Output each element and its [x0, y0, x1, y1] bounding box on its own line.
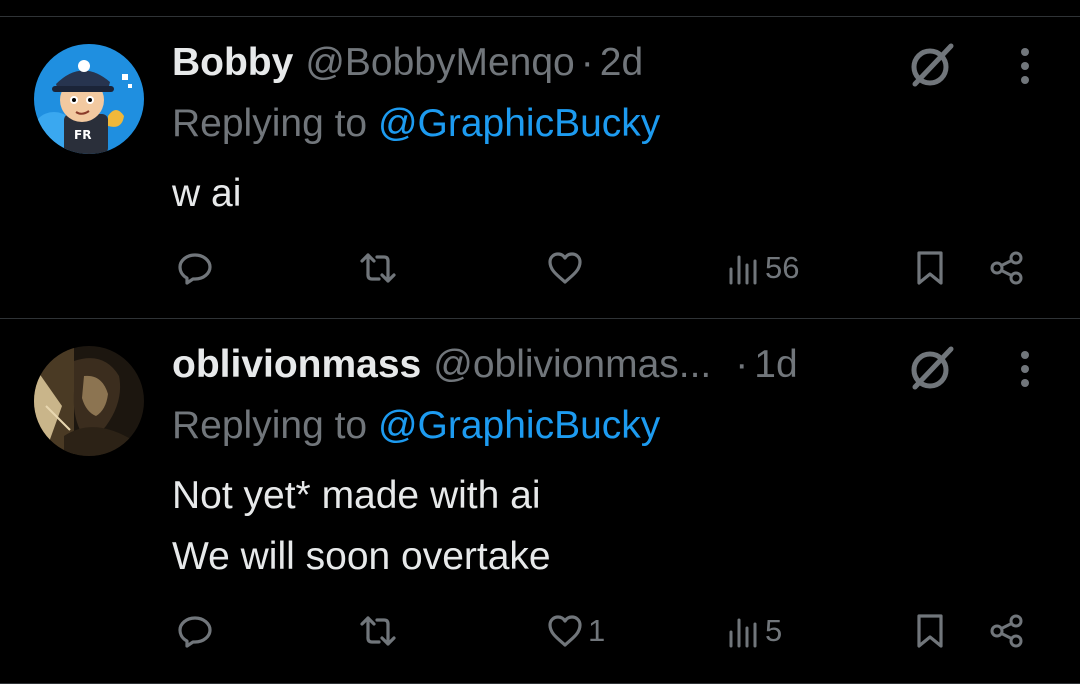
- mention-link[interactable]: @GraphicBucky: [378, 102, 660, 145]
- views-button[interactable]: 56: [725, 238, 799, 298]
- display-name[interactable]: oblivionmass: [172, 343, 421, 387]
- tweet-header: oblivionmass @oblivionmas... · 1d: [172, 340, 798, 390]
- separator-dot: ·: [735, 343, 749, 386]
- replying-to-label: Replying to: [172, 102, 378, 145]
- views-count: 56: [765, 250, 800, 285]
- grok-icon[interactable]: [905, 341, 959, 395]
- dark-portrait-avatar-icon: [34, 346, 144, 456]
- heart-icon: [548, 252, 582, 284]
- share-button[interactable]: [988, 238, 1026, 298]
- tweet-header: Bobby @BobbyMenqo · 2d: [172, 38, 643, 88]
- bookmark-button[interactable]: [911, 238, 949, 298]
- like-count: 1: [588, 613, 606, 648]
- tweet-1[interactable]: FR Bobby @BobbyMenqo · 2d Replying to @G…: [0, 0, 1080, 318]
- views-button[interactable]: 5: [725, 601, 782, 661]
- display-name[interactable]: Bobby: [172, 41, 293, 85]
- timestamp[interactable]: 2d: [600, 41, 643, 85]
- replying-to-line: Replying to @GraphicBucky: [172, 102, 660, 146]
- separator-dot: ·: [580, 41, 594, 84]
- views-count: 5: [765, 613, 783, 648]
- views-chart-icon: [729, 618, 757, 648]
- more-options-icon[interactable]: [1008, 44, 1042, 88]
- retweet-button[interactable]: [359, 601, 401, 661]
- reply-icon: [178, 616, 212, 648]
- heart-icon: [548, 615, 582, 647]
- reply-button[interactable]: [176, 238, 218, 298]
- reply-icon: [178, 253, 212, 285]
- svg-text:FR: FR: [74, 128, 91, 142]
- action-bar: 56: [0, 238, 1080, 298]
- bookmark-icon: [917, 614, 943, 648]
- user-handle[interactable]: @oblivionmas...: [433, 343, 711, 387]
- tweet-2[interactable]: oblivionmass @oblivionmas... · 1d Replyi…: [0, 319, 1080, 684]
- share-button[interactable]: [988, 601, 1026, 661]
- bookmark-button[interactable]: [911, 601, 949, 661]
- like-button[interactable]: [546, 238, 588, 298]
- user-handle[interactable]: @BobbyMenqo: [305, 41, 574, 85]
- like-button[interactable]: 1: [546, 601, 605, 661]
- avatar[interactable]: [34, 346, 144, 456]
- bookmark-icon: [917, 251, 943, 285]
- mention-link[interactable]: @GraphicBucky: [378, 404, 660, 447]
- replying-to-line: Replying to @GraphicBucky: [172, 404, 660, 448]
- replying-to-label: Replying to: [172, 404, 378, 447]
- avatar[interactable]: FR: [34, 44, 144, 154]
- retweet-button[interactable]: [359, 238, 401, 298]
- tweet-text: w ai: [172, 172, 242, 215]
- reply-button[interactable]: [176, 601, 218, 661]
- retweet-icon: [360, 253, 396, 283]
- tweet-text: Not yet* made with ai We will soon overt…: [172, 474, 551, 578]
- action-bar: 1 5: [0, 601, 1080, 661]
- cartoon-avatar-icon: FR: [34, 44, 144, 154]
- share-icon: [990, 614, 1023, 648]
- more-options-icon[interactable]: [1008, 347, 1042, 391]
- retweet-icon: [360, 616, 396, 646]
- timestamp[interactable]: 1d: [754, 343, 797, 387]
- views-chart-icon: [729, 255, 757, 285]
- grok-icon[interactable]: [905, 38, 959, 92]
- share-icon: [990, 251, 1023, 285]
